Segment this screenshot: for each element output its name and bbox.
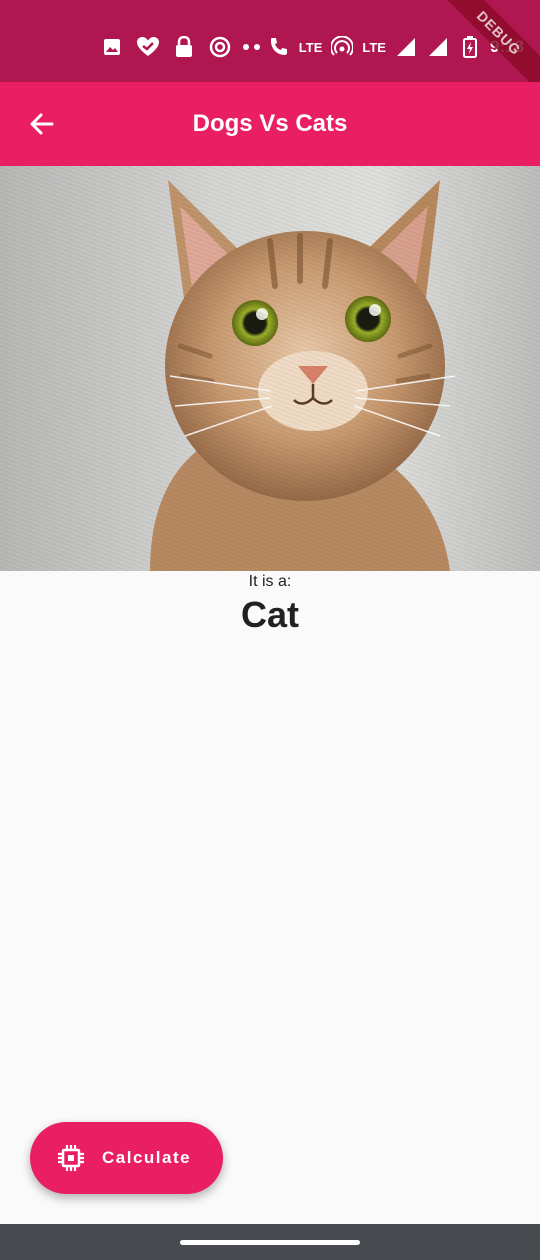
cat-photo [0,166,540,571]
signal-icon [394,35,418,59]
app-bar: Dogs Vs Cats [0,82,540,166]
lte-label-2: LTE [362,39,386,55]
at-icon [208,35,232,59]
status-system-icons: LTE LTE 9:18 [233,34,524,60]
calculate-button[interactable]: Calculate [30,1122,223,1194]
image-icon [100,35,124,59]
home-gesture-handle[interactable] [180,1240,360,1245]
page-title: Dogs Vs Cats [192,110,348,137]
result-value: Cat [240,594,299,635]
signal-icon [426,35,450,59]
cpu-chip-icon [58,1145,84,1171]
lock-icon [172,35,196,59]
lte-label-1: LTE [298,39,323,55]
system-navigation-bar [0,1224,540,1260]
status-bar: LTE LTE 9:18 DEBUG [0,0,540,96]
calculate-button-label: Calculate [102,1148,192,1167]
battery-charging-icon [458,35,482,59]
hotspot-icon [330,35,354,59]
dot-indicator [242,44,249,50]
result-label: It is a: [248,573,292,590]
heart-check-icon [136,35,160,59]
wifi-call-icon [267,35,291,59]
